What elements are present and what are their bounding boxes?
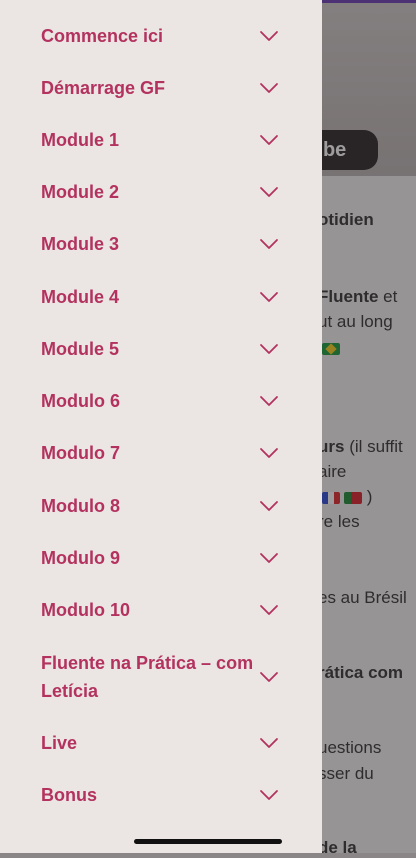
chevron-down-icon[interactable] <box>259 604 279 616</box>
menu-item-bonus[interactable]: Bonus <box>0 781 322 809</box>
chevron-down-icon[interactable] <box>259 737 279 749</box>
menu-item-label: Modulo 7 <box>41 443 120 463</box>
chevron-down-icon[interactable] <box>259 291 279 303</box>
menu-item-label: Modulo 10 <box>41 600 130 620</box>
chevron-down-icon[interactable] <box>259 82 279 94</box>
home-indicator[interactable] <box>134 839 282 844</box>
menu-item-modulo-8[interactable]: Modulo 8 <box>0 492 322 520</box>
menu-item-label: Bonus <box>41 785 97 805</box>
menu-item-module-2[interactable]: Module 2 <box>0 178 322 206</box>
chevron-down-icon[interactable] <box>259 447 279 459</box>
menu-item-label: Démarrage GF <box>41 78 166 98</box>
menu-item-fluente-na-pratica[interactable]: Fluente na Prática – com Letícia <box>0 649 322 705</box>
menu-item-commence-ici[interactable]: Commence ici <box>0 22 322 50</box>
menu-item-live[interactable]: Live <box>0 729 322 757</box>
menu-item-module-5[interactable]: Module 5 <box>0 335 322 363</box>
menu-item-label: Module 4 <box>41 287 120 307</box>
chevron-down-icon[interactable] <box>259 134 279 146</box>
menu-item-label: Modulo 8 <box>41 496 120 516</box>
menu-item-modulo-10[interactable]: Modulo 10 <box>0 596 322 624</box>
chevron-down-icon[interactable] <box>259 343 279 355</box>
menu-item-module-4[interactable]: Module 4 <box>0 283 322 311</box>
chevron-down-icon[interactable] <box>259 671 279 683</box>
chevron-down-icon[interactable] <box>259 238 279 250</box>
chevron-down-icon[interactable] <box>259 552 279 564</box>
menu-item-module-1[interactable]: Module 1 <box>0 126 322 154</box>
menu-item-label: Module 1 <box>41 130 120 150</box>
chevron-down-icon[interactable] <box>259 789 279 801</box>
chevron-down-icon[interactable] <box>259 395 279 407</box>
menu-item-demarrage-gf[interactable]: Démarrage GF <box>0 74 322 102</box>
menu-item-module-3[interactable]: Module 3 <box>0 230 322 258</box>
menu-item-label: Modulo 9 <box>41 548 120 568</box>
chevron-down-icon[interactable] <box>259 30 279 42</box>
navigation-drawer: Commence ici Démarrage GF Module 1 Modul… <box>0 0 322 853</box>
menu-item-label: Module 5 <box>41 339 120 359</box>
menu-item-label: Live <box>41 733 78 753</box>
menu-item-label: Commence ici <box>41 26 164 46</box>
menu-item-modulo-6[interactable]: Modulo 6 <box>0 387 322 415</box>
menu-item-modulo-9[interactable]: Modulo 9 <box>0 544 322 572</box>
chevron-down-icon[interactable] <box>259 186 279 198</box>
menu-item-label: Modulo 6 <box>41 391 120 411</box>
menu-item-label: Module 2 <box>41 182 120 202</box>
menu-item-label: Module 3 <box>41 234 120 254</box>
menu-item-modulo-7[interactable]: Modulo 7 <box>0 439 322 467</box>
menu-item-label: Fluente na Prática – com Letícia <box>41 653 254 701</box>
chevron-down-icon[interactable] <box>259 500 279 512</box>
